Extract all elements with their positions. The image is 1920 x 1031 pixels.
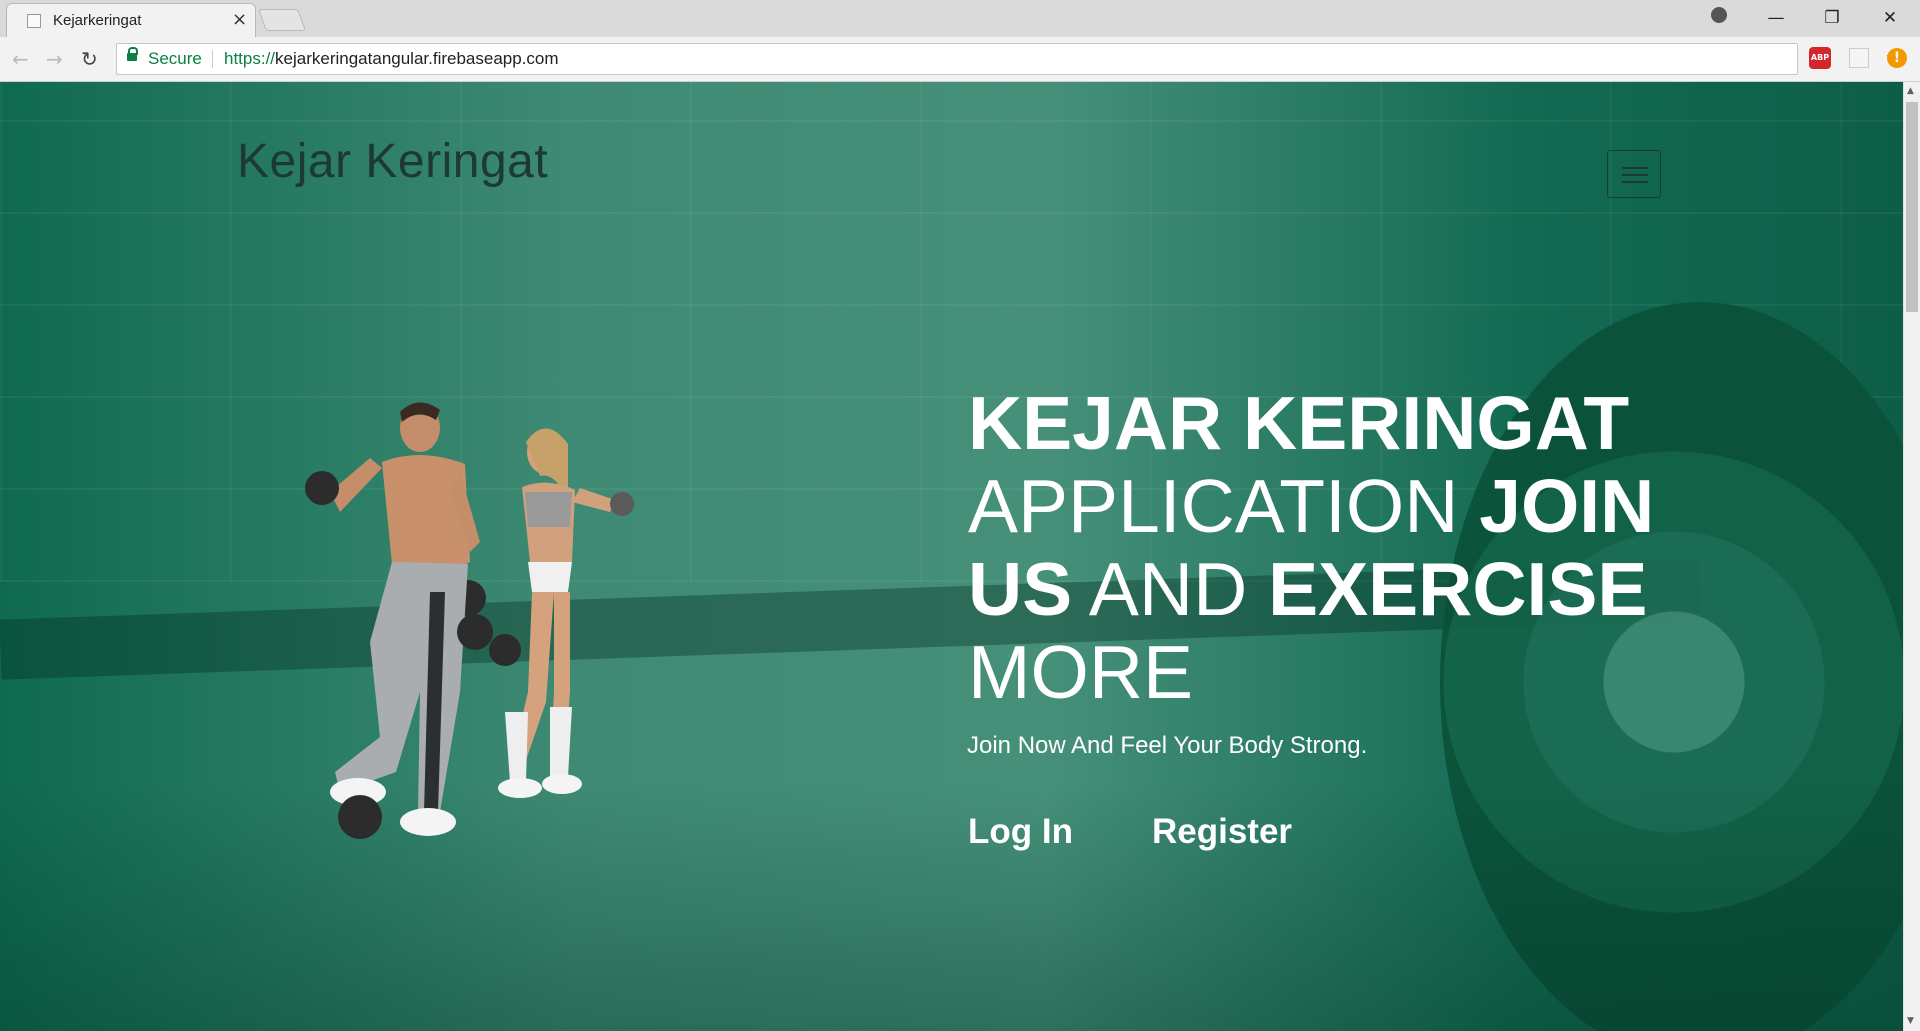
headline-line1: KEJAR KERINGAT [968,381,1630,465]
profile-icon[interactable] [1711,7,1727,23]
address-bar[interactable]: Secure https://kejarkeringatangular.fire… [116,43,1905,75]
forward-icon[interactable]: → [46,47,63,71]
lock-icon [127,47,138,61]
extension-icon[interactable] [1849,48,1869,68]
headline-us: US [968,547,1073,631]
alert-icon[interactable]: ! [1887,48,1907,68]
headline-exercise: EXERCISE [1268,547,1648,631]
adblock-icon[interactable]: ABP [1809,47,1831,69]
headline-and: AND [1072,547,1269,631]
site-brand[interactable]: Kejar Keringat [237,134,548,189]
url-host: kejarkeringatangular.firebaseapp.com [275,49,559,68]
background-floor [0,782,1903,1031]
login-link[interactable]: Log In [968,812,1073,852]
page-scrollbar[interactable]: ▲ ▼ [1903,82,1920,1031]
reload-icon[interactable]: ↻ [81,47,98,71]
page-viewport: Kejar Keringat KEJAR KERINGAT APPLICATIO… [0,82,1903,1031]
minimize-button[interactable]: — [1748,4,1804,32]
scroll-thumb[interactable] [1906,102,1918,312]
back-icon[interactable]: ← [12,47,29,71]
close-icon[interactable]: × [232,9,247,30]
favicon-icon [27,14,41,28]
tab-strip: Kejarkeringat × — ❐ ✕ [0,0,1920,37]
tab-title: Kejarkeringat [53,12,142,29]
hero-headline: KEJAR KERINGAT APPLICATION JOIN US AND E… [968,382,1668,714]
browser-chrome: Kejarkeringat × — ❐ ✕ ← → ↻ Secure https… [0,0,1920,82]
register-link[interactable]: Register [1152,812,1292,852]
browser-toolbar: ← → ↻ Secure https://kejarkeringatangula… [0,37,1920,81]
hero-subtitle: Join Now And Feel Your Body Strong. [967,732,1368,759]
omnibox-divider [212,50,213,68]
close-window-button[interactable]: ✕ [1862,4,1918,32]
url-scheme: https:// [224,49,276,68]
restore-button[interactable]: ❐ [1804,4,1860,32]
scroll-down-icon[interactable]: ▼ [1907,1016,1914,1026]
secure-label: Secure [148,49,202,68]
scroll-up-icon[interactable]: ▲ [1907,86,1914,96]
hamburger-menu-icon[interactable] [1607,150,1661,198]
headline-more: MORE [968,630,1193,714]
new-tab-icon[interactable] [257,9,307,31]
athletes-illustration [305,402,634,839]
url-text[interactable]: https://kejarkeringatangular.firebaseapp… [224,49,559,69]
headline-application: APPLICATION [968,464,1480,548]
browser-tab[interactable]: Kejarkeringat × [6,3,256,37]
headline-join: JOIN [1479,464,1655,548]
